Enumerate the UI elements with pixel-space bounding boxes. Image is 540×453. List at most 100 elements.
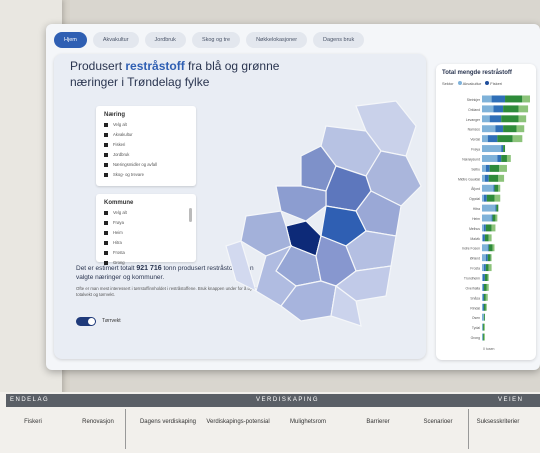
bar-segment[interactable] [482,135,488,143]
checkbox-icon[interactable] [104,123,108,127]
bar-segment[interactable] [482,115,490,123]
bar-segment[interactable] [486,194,495,202]
bar-segment[interactable] [491,224,496,232]
bar-segment[interactable] [482,155,498,162]
bar-segment[interactable] [482,313,484,321]
checkbox-icon[interactable] [104,221,108,225]
bar-segment[interactable] [491,95,506,103]
bar-segment[interactable] [497,155,502,162]
bar-segment[interactable] [483,224,486,232]
checkbox-icon[interactable] [104,231,108,235]
tab-0[interactable]: Hjem [54,32,87,48]
bar-segment[interactable] [482,105,494,113]
bar-segment[interactable] [498,174,505,182]
bar-segment[interactable] [482,125,496,133]
bar-segment[interactable] [484,274,488,281]
bar-segment[interactable] [482,303,483,311]
bar-segment[interactable] [494,184,499,192]
bar-segment[interactable] [485,293,488,301]
tab-3[interactable]: Skog og tre [191,32,241,48]
bar-segment[interactable] [490,254,492,262]
bar-segment[interactable] [482,254,486,262]
checkbox-icon[interactable] [104,163,108,167]
bar-segment[interactable] [505,95,523,103]
bar-segment[interactable] [482,204,496,212]
tab-5[interactable]: Dagens bruk [313,32,365,48]
bar-segment[interactable] [482,323,484,331]
filter-option[interactable]: Akvakultur [104,130,196,140]
checkbox-icon[interactable] [104,251,108,255]
bar-segment[interactable] [482,145,502,153]
bar-segment[interactable] [501,155,507,162]
bar-segment[interactable] [482,283,483,291]
bar-segment[interactable] [489,115,502,123]
bar-segment[interactable] [482,174,485,182]
bar-segment[interactable] [495,125,504,133]
bar-segment[interactable] [493,105,504,113]
bar-segment[interactable] [491,214,493,222]
bar-segment[interactable] [483,313,485,321]
bar-segment[interactable] [483,194,487,202]
filter-option[interactable]: Velg alt [104,208,196,218]
bar-segment[interactable] [482,274,483,281]
bar-segment[interactable] [482,333,483,341]
bar-segment[interactable] [482,224,484,232]
bar-segment[interactable] [483,283,487,291]
bar-segment[interactable] [518,105,529,113]
bar-segment[interactable] [485,264,489,272]
bar-segment[interactable] [495,204,497,212]
bar-segment[interactable] [489,164,500,172]
bar-segment[interactable] [501,145,504,153]
bar-segment[interactable] [516,125,525,133]
bar-segment[interactable] [503,105,519,113]
bar-segment[interactable] [483,293,486,301]
bottom-nav-item[interactable]: Verdiskapings-potensial [203,418,273,426]
bar-segment[interactable] [484,174,489,182]
bar-segment[interactable] [483,333,485,341]
bar-segment[interactable] [482,234,483,242]
bar-segment[interactable] [488,264,492,272]
bar-segment[interactable] [488,234,492,242]
bar-segment[interactable] [482,274,485,281]
bar-segment[interactable] [522,95,530,103]
filter-option[interactable]: Frøya [104,218,196,228]
filter-option[interactable]: Heim [104,228,196,238]
bar-segment[interactable] [483,264,486,272]
tab-2[interactable]: Jordbruk [144,32,186,48]
dry-weight-toggle[interactable] [76,317,96,326]
checkbox-icon[interactable] [104,211,108,215]
bar-segment[interactable] [494,194,501,202]
filter-option[interactable]: Frosta [104,248,196,258]
bar-segment[interactable] [482,95,492,103]
bar-segment[interactable] [501,115,519,123]
bar-segment[interactable] [482,323,483,331]
bar-segment[interactable] [482,214,492,222]
bar-segment[interactable] [498,184,501,192]
bar-segment[interactable] [484,234,489,242]
bar-segment[interactable] [487,244,489,252]
filter-option[interactable]: Skog- og trevare [104,170,196,180]
bar-segment[interactable] [512,135,523,143]
filter-option[interactable]: Fiskeri [104,140,196,150]
checkbox-icon[interactable] [104,133,108,137]
bar-segment[interactable] [496,204,499,212]
bar-segment[interactable] [483,323,485,331]
bar-segment[interactable] [482,293,483,301]
checkbox-icon[interactable] [104,143,108,147]
bar-segment[interactable] [503,125,517,133]
bar-segment[interactable] [486,283,489,291]
bottom-nav-item[interactable]: Mulighetsrom [273,418,343,426]
bar-segment[interactable] [485,303,487,311]
bar-segment[interactable] [482,264,484,272]
bottom-nav-item[interactable]: Fiskeri [0,418,68,426]
map-region[interactable] [225,240,257,293]
bar-segment[interactable] [497,135,513,143]
bar-segment[interactable] [483,303,486,311]
bar-segment[interactable] [487,135,498,143]
bar-segment[interactable] [487,254,491,262]
bar-segment[interactable] [482,303,484,311]
bar-segment[interactable] [485,254,488,262]
kommune-scrollbar[interactable] [189,208,192,222]
bottom-nav-item[interactable]: Dagens verdiskaping [133,418,203,426]
bar-segment[interactable] [485,164,490,172]
